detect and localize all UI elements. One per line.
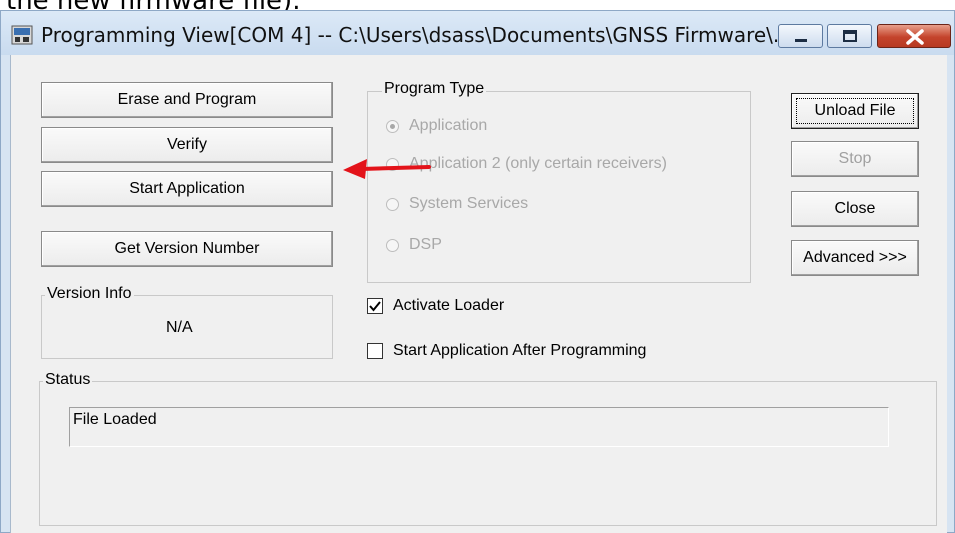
start-application-button[interactable]: Start Application <box>41 171 333 207</box>
unload-file-button[interactable]: Unload File <box>791 93 919 129</box>
minimize-icon <box>795 39 807 42</box>
window-title: Programming View[COM 4] -- C:\Users\dsas… <box>41 23 792 47</box>
verify-button[interactable]: Verify <box>41 127 333 163</box>
checkbox-unchecked-icon <box>367 343 383 359</box>
maximize-button[interactable] <box>827 24 872 48</box>
activate-loader-checkbox[interactable]: Activate Loader <box>367 297 504 315</box>
red-arrow-annotation-icon <box>343 159 431 179</box>
stop-button[interactable]: Stop <box>791 141 919 177</box>
advanced-button[interactable]: Advanced >>> <box>791 240 919 276</box>
status-group <box>39 381 937 526</box>
radio-application-2-label: Application 2 (only certain receivers) <box>409 155 667 172</box>
program-type-label: Program Type <box>382 80 487 98</box>
radio-system-services[interactable]: System Services <box>386 195 528 213</box>
version-info-value: N/A <box>166 319 193 336</box>
radio-selected-icon <box>386 119 399 133</box>
erase-and-program-button[interactable]: Erase and Program <box>41 82 333 118</box>
version-info-label: Version Info <box>45 285 134 303</box>
app-icon <box>11 25 33 45</box>
programming-view-window: Programming View[COM 4] -- C:\Users\dsas… <box>0 10 955 533</box>
radio-system-services-label: System Services <box>409 195 529 212</box>
close-icon <box>906 29 924 45</box>
status-label: Status <box>43 371 93 389</box>
status-text: File Loaded <box>73 411 157 428</box>
unload-file-label: Unload File <box>814 102 896 119</box>
radio-dsp[interactable]: DSP <box>386 236 442 254</box>
status-field: File Loaded <box>69 407 889 447</box>
activate-loader-label: Activate Loader <box>393 297 505 314</box>
minimize-button[interactable] <box>778 24 823 48</box>
radio-dsp-label: DSP <box>409 236 442 253</box>
close-window-button[interactable] <box>877 24 951 48</box>
client-area: Erase and Program Verify Start Applicati… <box>10 55 947 533</box>
radio-unselected-icon <box>386 238 399 252</box>
start-after-programming-checkbox[interactable]: Start Application After Programming <box>367 342 646 360</box>
checkbox-checked-icon <box>367 298 383 314</box>
start-after-programming-label: Start Application After Programming <box>393 342 647 359</box>
radio-application[interactable]: Application <box>386 117 487 135</box>
title-bar[interactable]: Programming View[COM 4] -- C:\Users\dsas… <box>1 11 954 55</box>
close-button[interactable]: Close <box>791 191 919 227</box>
radio-application-label: Application <box>409 117 488 134</box>
maximize-icon <box>843 30 857 42</box>
radio-unselected-icon <box>386 197 399 211</box>
get-version-number-button[interactable]: Get Version Number <box>41 231 333 267</box>
